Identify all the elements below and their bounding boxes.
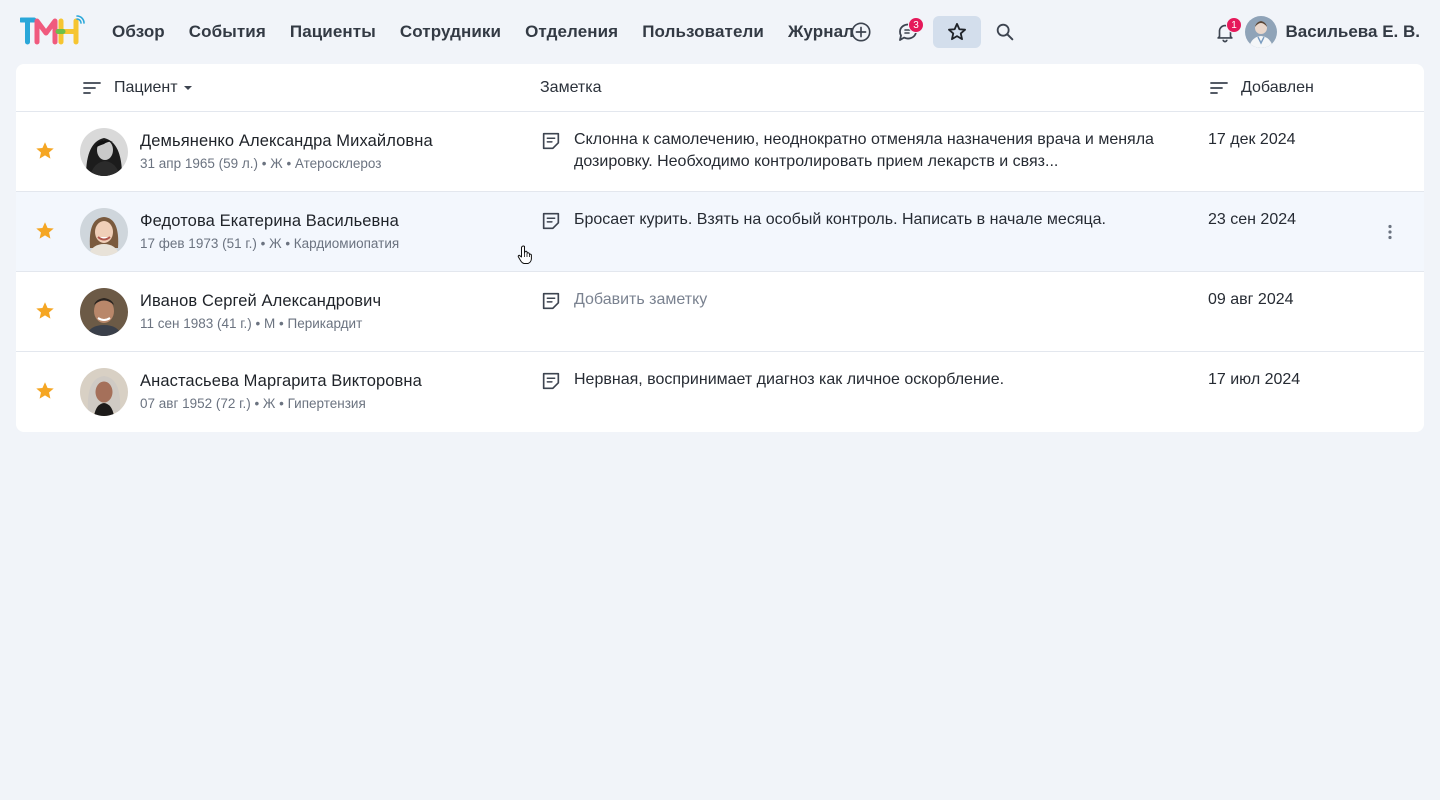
app-logo[interactable] [18,14,86,46]
patient-name[interactable]: Анастасьева Маргарита Викторовна [140,372,422,391]
patient-avatar [80,128,128,176]
chat-button[interactable]: 3 [884,16,932,48]
patient-avatar [80,368,128,416]
user-name: Васильева Е. В. [1285,22,1420,41]
patient-meta: 11 сен 1983 (41 г.) • М • Перикардит [140,316,363,331]
more-vertical-icon [1388,224,1392,240]
table-header: Пациент Заметка Добавлен [16,64,1424,112]
sort-icon [1210,82,1228,94]
column-label-note: Заметка [540,79,602,96]
nav-item-events[interactable]: События [189,22,266,42]
column-header-patient[interactable]: Пациент [82,64,196,112]
star-outline-icon [948,23,966,41]
notifications-badge: 1 [1226,17,1242,33]
note-icon [542,212,560,230]
column-header-added[interactable]: Добавлен [1209,64,1314,112]
caret-down-icon [183,86,192,90]
top-navigation-bar: Обзор События Пациенты Сотрудники Отделе… [0,0,1440,64]
added-date: 17 июл 2024 [1208,371,1301,388]
column-label-added: Добавлен [1241,79,1314,96]
patient-avatar [80,208,128,256]
column-label-patient: Пациент [114,79,178,96]
patient-name[interactable]: Иванов Сергей Александрович [140,292,381,311]
patient-name[interactable]: Демьяненко Александра Михайловна [140,132,433,151]
table-row[interactable]: Демьяненко Александра Михайловна 31 апр … [16,112,1424,192]
search-icon [996,23,1014,41]
column-header-note: Заметка [540,64,602,112]
favorite-star-icon[interactable] [34,220,56,242]
favorite-star-icon[interactable] [34,300,56,322]
nav-item-overview[interactable]: Обзор [112,22,165,42]
plus-circle-icon [851,22,871,42]
main-nav: Обзор События Пациенты Сотрудники Отделе… [112,0,878,64]
favorites-button[interactable] [933,16,981,48]
nav-item-departments[interactable]: Отделения [525,22,618,42]
patient-name[interactable]: Федотова Екатерина Васильевна [140,212,399,231]
nav-item-staff[interactable]: Сотрудники [400,22,501,42]
note-icon [542,372,560,390]
chat-badge: 3 [908,17,924,33]
patient-avatar [80,288,128,336]
hand-pointer-cursor-icon [517,245,532,264]
favorites-table: Пациент Заметка Добавлен Демьяненко Алек… [16,64,1424,432]
table-row[interactable]: Иванов Сергей Александрович 11 сен 1983 … [16,272,1424,352]
patient-note[interactable]: Нервная, воспринимает диагноз как личное… [574,369,1164,391]
user-menu[interactable]: Васильева Е. В. [1245,16,1420,48]
nav-item-users[interactable]: Пользователи [642,22,764,42]
add-button[interactable] [837,16,885,48]
patient-meta: 31 апр 1965 (59 л.) • Ж • Атеросклероз [140,156,382,171]
table-row[interactable]: Анастасьева Маргарита Викторовна 07 авг … [16,352,1424,432]
note-icon [542,132,560,150]
sort-icon [83,82,101,94]
patient-note[interactable]: Бросает курить. Взять на особый контроль… [574,209,1164,231]
user-avatar [1245,16,1278,48]
patient-meta: 17 фев 1973 (51 г.) • Ж • Кардиомиопатия [140,236,400,251]
nav-item-patients[interactable]: Пациенты [290,22,376,42]
added-date: 23 сен 2024 [1208,211,1297,228]
patient-note[interactable]: Склонна к самолечению, неоднократно отме… [574,129,1164,173]
favorite-star-icon[interactable] [34,140,56,162]
add-note-link[interactable]: Добавить заметку [574,289,1164,311]
search-button[interactable] [981,16,1029,48]
added-date: 09 авг 2024 [1208,291,1294,308]
row-more-button[interactable] [1380,220,1400,244]
favorite-star-icon[interactable] [34,380,56,402]
note-icon [542,292,560,310]
table-row[interactable]: Федотова Екатерина Васильевна 17 фев 197… [16,192,1424,272]
notifications-button[interactable]: 1 [1201,16,1249,48]
patient-meta: 07 авг 1952 (72 г.) • Ж • Гипертензия [140,396,366,411]
added-date: 17 дек 2024 [1208,131,1296,148]
